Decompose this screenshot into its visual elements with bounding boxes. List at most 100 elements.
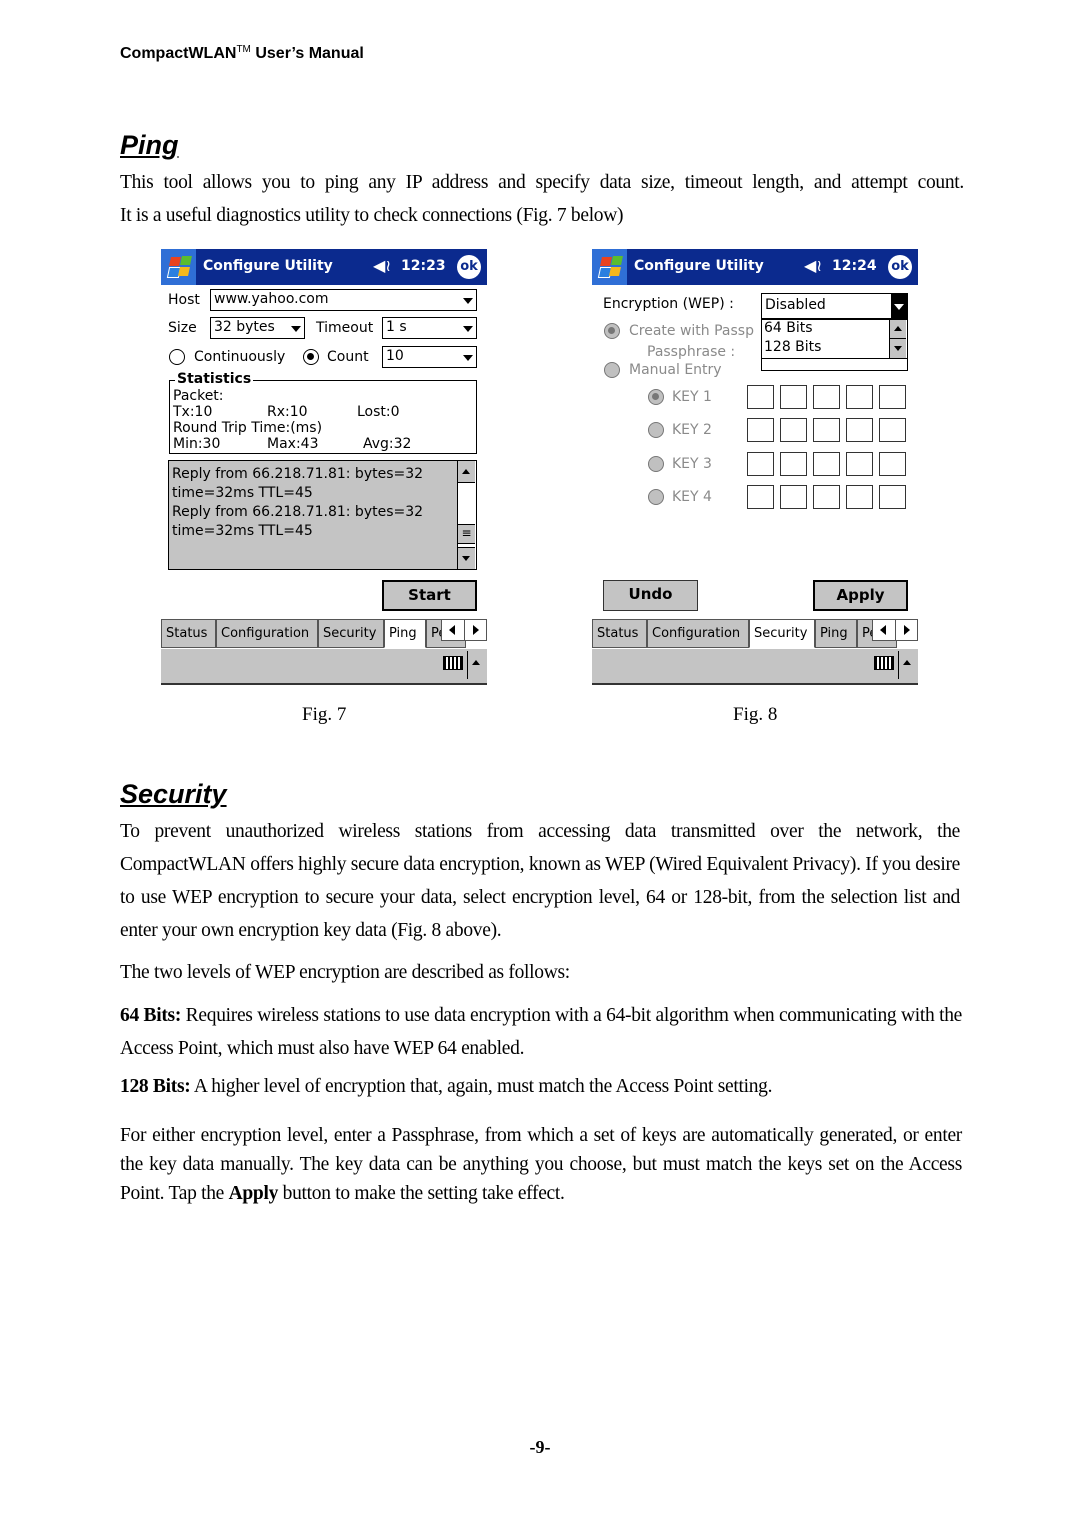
rx-value: Rx:10 xyxy=(267,404,308,420)
ping-intro-line1: This tool allows you to ping any IP addr… xyxy=(120,172,964,193)
chevron-down-icon[interactable] xyxy=(463,326,473,332)
key1-field-4[interactable] xyxy=(846,385,873,409)
title-bar: Configure Utility ◀︎≀ 12:23 ok xyxy=(161,249,487,285)
key1-field-5[interactable] xyxy=(879,385,906,409)
apply-button[interactable]: Apply xyxy=(813,580,908,611)
tab-status[interactable]: Status xyxy=(592,619,647,648)
final-text-post: button to make the setting take effect. xyxy=(278,1183,565,1204)
key2-field-3[interactable] xyxy=(813,418,840,442)
app-title: Configure Utility xyxy=(634,258,764,274)
chevron-down-icon[interactable] xyxy=(463,355,473,361)
arrow-left-icon[interactable] xyxy=(449,625,455,635)
clock-time[interactable]: 12:23 xyxy=(401,258,446,274)
chevron-down-icon[interactable] xyxy=(463,298,473,304)
lost-value: Lost:0 xyxy=(357,404,400,420)
speaker-icon[interactable]: ◀︎≀ xyxy=(373,256,391,275)
windows-start-icon[interactable] xyxy=(161,249,196,285)
tab-security[interactable]: Security xyxy=(749,619,815,648)
key2-radio[interactable] xyxy=(648,422,664,438)
key4-field-3[interactable] xyxy=(813,485,840,509)
key3-field-2[interactable] xyxy=(780,452,807,476)
arrow-up-icon xyxy=(462,469,470,474)
tab-configuration[interactable]: Configuration xyxy=(216,619,318,648)
key3-radio[interactable] xyxy=(648,456,664,472)
timeout-label: Timeout xyxy=(316,320,374,336)
arrow-left-icon[interactable] xyxy=(880,625,886,635)
ok-button[interactable]: ok xyxy=(888,255,912,279)
app-title: Configure Utility xyxy=(203,258,333,274)
log-line: time=32ms TTL=45 xyxy=(172,485,313,501)
scroll-thumb[interactable]: ≡ xyxy=(458,524,475,544)
ping-log[interactable]: Reply from 66.218.71.81: bytes=32 time=3… xyxy=(168,460,477,570)
key1-radio[interactable] xyxy=(648,389,664,405)
key3-field-5[interactable] xyxy=(879,452,906,476)
fig8-caption: Fig. 8 xyxy=(733,704,778,725)
undo-button[interactable]: Undo xyxy=(603,580,698,611)
sip-up-arrow-icon[interactable] xyxy=(472,660,480,665)
key3-field-1[interactable] xyxy=(747,452,774,476)
keyboard-icon[interactable] xyxy=(443,656,463,670)
key2-field-5[interactable] xyxy=(879,418,906,442)
key4-field-4[interactable] xyxy=(846,485,873,509)
bits64-description: 64 Bits: Requires wireless stations to u… xyxy=(120,999,962,1065)
option-128-bits[interactable]: 128 Bits xyxy=(764,339,821,355)
log-line: Reply from 66.218.71.81: bytes=32 xyxy=(172,466,424,482)
tab-configuration[interactable]: Configuration xyxy=(647,619,749,648)
min-value: Min:30 xyxy=(173,436,221,452)
ok-button[interactable]: ok xyxy=(457,255,481,279)
count-combobox[interactable]: 10 xyxy=(382,346,477,368)
tab-scroll-arrows[interactable] xyxy=(872,619,918,641)
arrow-right-icon[interactable] xyxy=(473,625,479,635)
security-para2: The two levels of WEP encryption are des… xyxy=(120,962,570,983)
key1-field-1[interactable] xyxy=(747,385,774,409)
manual-entry-radio[interactable] xyxy=(604,362,620,378)
clock-time[interactable]: 12:24 xyxy=(832,258,877,274)
host-combobox[interactable]: www.yahoo.com xyxy=(210,289,477,311)
trademark-mark: TM xyxy=(236,44,251,55)
key2-field-4[interactable] xyxy=(846,418,873,442)
scroll-down-button[interactable] xyxy=(458,547,475,569)
start-button[interactable]: Start xyxy=(382,580,477,611)
timeout-combobox[interactable]: 1 s xyxy=(382,317,477,339)
option-64-bits[interactable]: 64 Bits xyxy=(764,320,813,336)
create-with-passphrase-radio[interactable] xyxy=(604,323,620,339)
options-scrollbar[interactable] xyxy=(889,320,907,358)
tab-scroll-arrows[interactable] xyxy=(441,619,487,641)
arrow-right-icon[interactable] xyxy=(904,625,910,635)
packet-label: Packet: xyxy=(173,388,224,404)
security-final-para: For either encryption level, enter a Pas… xyxy=(120,1121,962,1208)
scroll-up-button[interactable] xyxy=(458,461,475,483)
key4-radio[interactable] xyxy=(648,489,664,505)
key3-label: KEY 3 xyxy=(672,456,712,472)
tab-ping[interactable]: Ping xyxy=(384,619,426,648)
key4-field-2[interactable] xyxy=(780,485,807,509)
security-para1: To prevent unauthorized wireless station… xyxy=(120,821,960,941)
chevron-down-icon[interactable] xyxy=(291,326,301,332)
scroll-up-button[interactable] xyxy=(890,320,906,339)
keyboard-icon[interactable] xyxy=(874,656,894,670)
encryption-combobox[interactable]: Disabled xyxy=(761,293,908,319)
key1-field-3[interactable] xyxy=(813,385,840,409)
size-combobox[interactable]: 32 bytes xyxy=(210,317,305,339)
key3-field-4[interactable] xyxy=(846,452,873,476)
count-radio[interactable] xyxy=(303,349,319,365)
tab-ping[interactable]: Ping xyxy=(815,619,857,648)
key3-field-3[interactable] xyxy=(813,452,840,476)
tab-security[interactable]: Security xyxy=(318,619,384,648)
windows-start-icon[interactable] xyxy=(592,249,627,285)
key4-field-1[interactable] xyxy=(747,485,774,509)
bits64-term: 64 Bits: xyxy=(120,1005,182,1026)
speaker-icon[interactable]: ◀︎≀ xyxy=(804,256,822,275)
continuously-radio[interactable] xyxy=(169,349,185,365)
dropdown-button[interactable] xyxy=(891,294,907,318)
host-value: www.yahoo.com xyxy=(214,291,329,307)
key1-field-2[interactable] xyxy=(780,385,807,409)
key4-field-5[interactable] xyxy=(879,485,906,509)
key2-field-2[interactable] xyxy=(780,418,807,442)
sip-up-arrow-icon[interactable] xyxy=(903,660,911,665)
encryption-options-list[interactable]: 64 Bits 128 Bits xyxy=(761,319,908,371)
scroll-down-button[interactable] xyxy=(890,339,906,358)
tab-status[interactable]: Status xyxy=(161,619,216,648)
log-scrollbar[interactable]: ≡ xyxy=(457,461,476,569)
key2-field-1[interactable] xyxy=(747,418,774,442)
